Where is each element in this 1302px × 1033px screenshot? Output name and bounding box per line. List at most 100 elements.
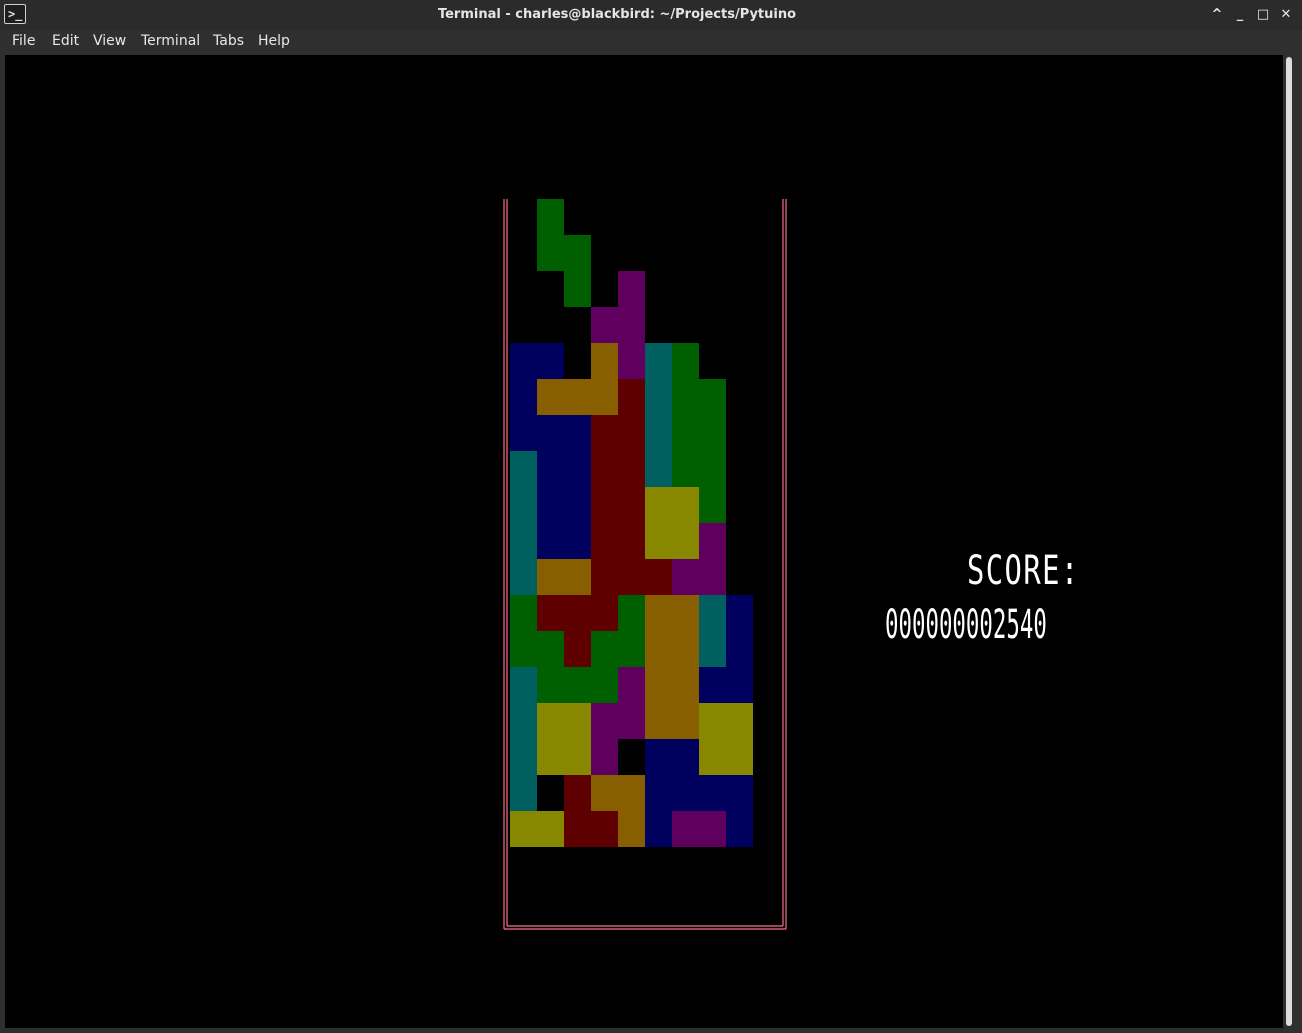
- tetromino-cell: [699, 595, 726, 631]
- tetromino-cell: [618, 451, 645, 487]
- tetromino-cell: [564, 523, 591, 559]
- tetromino-cell: [672, 811, 699, 847]
- scrollbar[interactable]: [1284, 55, 1296, 1028]
- tetromino-cell: [672, 451, 699, 487]
- tetromino-cell: [699, 775, 726, 811]
- tetromino-cell: [726, 595, 753, 631]
- tetromino-cell: [672, 415, 699, 451]
- tetromino-cell: [699, 487, 726, 523]
- tetromino-cell: [510, 811, 537, 847]
- tetromino-cell: [537, 631, 564, 667]
- title-bar[interactable]: >_ Terminal - charles@blackbird: ~/Proje…: [0, 0, 1302, 30]
- score-label: SCORE:: [967, 548, 1080, 594]
- tetromino-cell: [618, 811, 645, 847]
- menu-view[interactable]: View: [93, 30, 126, 54]
- tetromino-cell: [672, 487, 699, 523]
- tetromino-cell: [591, 307, 618, 343]
- tetromino-cell: [564, 451, 591, 487]
- tetromino-cell: [699, 811, 726, 847]
- tetromino-cell: [672, 343, 699, 379]
- tetromino-cell: [699, 631, 726, 667]
- tetromino-cell: [672, 667, 699, 703]
- tetromino-cell: [510, 595, 537, 631]
- close-icon[interactable]: ✕: [1278, 7, 1294, 23]
- menu-tabs[interactable]: Tabs: [213, 30, 244, 54]
- scrollbar-thumb[interactable]: [1286, 57, 1292, 1026]
- tetromino-cell: [699, 739, 726, 775]
- tetromino-cell: [510, 739, 537, 775]
- tetromino-cell: [564, 415, 591, 451]
- tetromino-cell: [564, 631, 591, 667]
- tetromino-cell: [564, 271, 591, 307]
- tetromino-cell: [645, 379, 672, 415]
- tetromino-cell: [564, 811, 591, 847]
- tetromino-cell: [699, 703, 726, 739]
- tetromino-cell: [618, 523, 645, 559]
- tetromino-cell: [672, 631, 699, 667]
- chevron-up-icon[interactable]: ^: [1209, 7, 1225, 23]
- tetromino-cell: [510, 487, 537, 523]
- tetromino-cell: [645, 739, 672, 775]
- tetromino-cell: [645, 415, 672, 451]
- tetromino-cell: [726, 631, 753, 667]
- tetromino-cell: [591, 487, 618, 523]
- menu-edit[interactable]: Edit: [52, 30, 79, 54]
- tetromino-cell: [645, 343, 672, 379]
- tetromino-cell: [510, 667, 537, 703]
- tetromino-cell: [537, 199, 564, 235]
- tetromino-cell: [510, 703, 537, 739]
- maximize-icon[interactable]: □: [1255, 7, 1271, 23]
- tetromino-cell: [591, 379, 618, 415]
- tetromino-cell: [645, 775, 672, 811]
- tetromino-cell: [672, 595, 699, 631]
- tetromino-cell: [564, 703, 591, 739]
- tetromino-cell: [510, 775, 537, 811]
- tetromino-cell: [618, 703, 645, 739]
- tetromino-cell: [537, 811, 564, 847]
- tetromino-cell: [699, 523, 726, 559]
- tetromino-cell: [537, 451, 564, 487]
- tetromino-cell: [645, 487, 672, 523]
- tetromino-cell: [537, 235, 564, 271]
- tetromino-cell: [537, 343, 564, 379]
- tetromino-cell: [699, 667, 726, 703]
- tetromino-cell: [591, 739, 618, 775]
- tetromino-cell: [672, 775, 699, 811]
- tetromino-cell: [699, 415, 726, 451]
- tetromino-cell: [645, 667, 672, 703]
- tetromino-cell: [564, 775, 591, 811]
- window-title: Terminal - charles@blackbird: ~/Projects…: [437, 7, 797, 22]
- menu-file[interactable]: File: [12, 30, 35, 54]
- tetromino-cell: [645, 595, 672, 631]
- menu-help[interactable]: Help: [258, 30, 290, 54]
- tetromino-cell: [672, 523, 699, 559]
- menu-terminal[interactable]: Terminal: [141, 30, 200, 54]
- tetromino-cell: [537, 667, 564, 703]
- minimize-icon[interactable]: _: [1232, 7, 1248, 23]
- tetromino-cell: [618, 595, 645, 631]
- tetromino-cell: [726, 739, 753, 775]
- tetromino-cell: [618, 343, 645, 379]
- tetromino-cell: [564, 559, 591, 595]
- tetromino-cell: [672, 559, 699, 595]
- tetromino-cell: [591, 415, 618, 451]
- tetromino-cell: [699, 559, 726, 595]
- terminal-area[interactable]: SCORE: 000000002540: [5, 55, 1283, 1028]
- tetromino-cell: [510, 379, 537, 415]
- menu-bar: File Edit View Terminal Tabs Help: [0, 30, 1302, 54]
- tetromino-cell: [564, 739, 591, 775]
- tetromino-cell: [510, 451, 537, 487]
- tetromino-cell: [537, 415, 564, 451]
- tetromino-cell: [591, 451, 618, 487]
- score-value: 000000002540: [885, 602, 1047, 648]
- tetromino-cell: [672, 739, 699, 775]
- tetromino-cell: [564, 667, 591, 703]
- tetromino-cell: [537, 739, 564, 775]
- tetromino-cell: [645, 811, 672, 847]
- tetromino-cell: [510, 523, 537, 559]
- tetromino-cell: [618, 487, 645, 523]
- tetromino-cell: [591, 667, 618, 703]
- tetromino-cell: [564, 379, 591, 415]
- tetromino-cell: [510, 343, 537, 379]
- tetromino-cell: [537, 379, 564, 415]
